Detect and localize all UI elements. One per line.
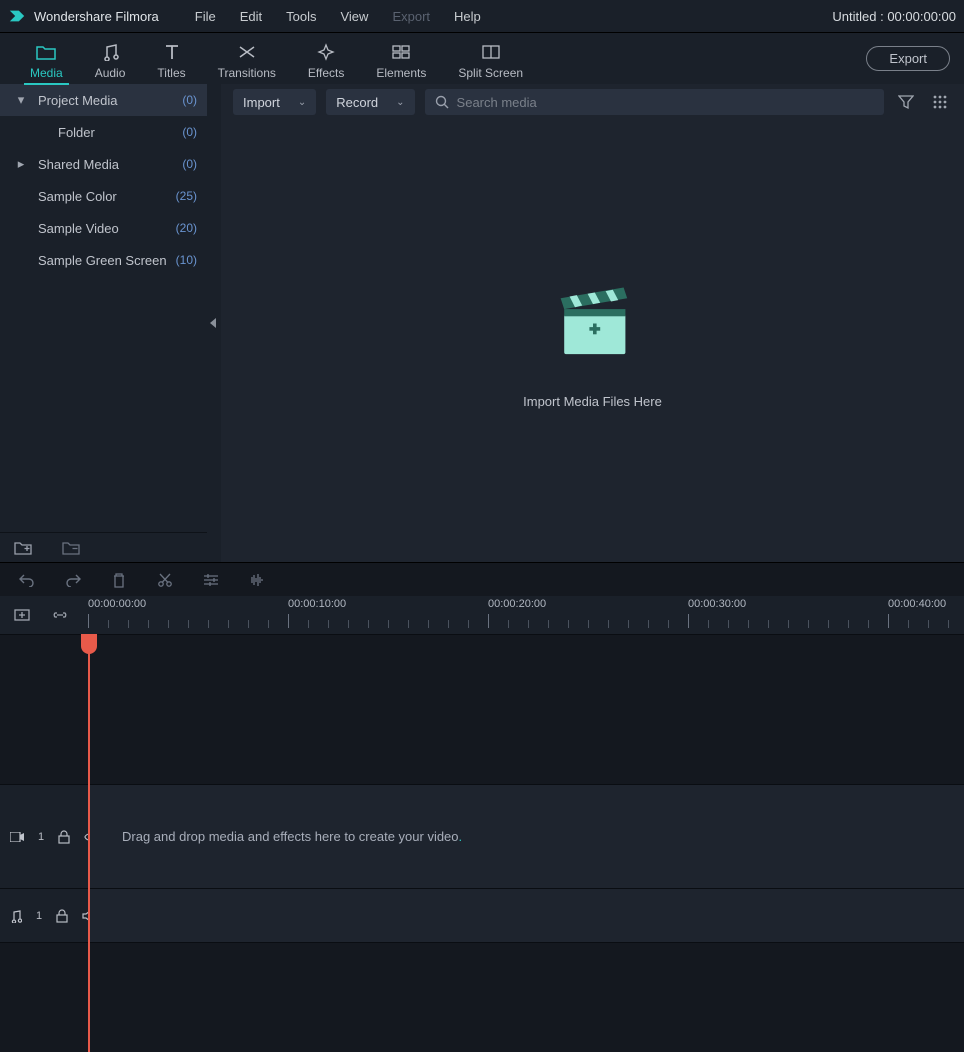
tab-media[interactable]: Media <box>14 33 79 85</box>
audio-track-drop-zone[interactable] <box>88 889 964 942</box>
audio-track-index: 1 <box>36 910 42 922</box>
playhead-knob-icon <box>81 634 97 654</box>
main-tab-bar: Media Audio Titles Transitions Effects E… <box>0 32 964 84</box>
sidebar-item-shared-media[interactable]: ▸ Shared Media (0) <box>0 148 207 180</box>
audio-track[interactable]: 1 <box>0 888 964 942</box>
tab-elements[interactable]: Elements <box>360 33 442 85</box>
tab-transitions[interactable]: Transitions <box>202 33 292 85</box>
timeline-tracks: 1 Drag and drop media and effects here t… <box>0 634 964 1052</box>
sidebar-item-sample-green-screen[interactable]: Sample Green Screen (10) <box>0 244 207 276</box>
music-icon <box>101 42 119 62</box>
link-icon[interactable] <box>52 608 68 622</box>
media-sidebar: ▾ Project Media (0) Folder (0) ▸ Shared … <box>0 84 207 562</box>
media-panel: Import ⌄ Record ⌄ <box>221 84 964 562</box>
delete-folder-icon[interactable] <box>62 541 80 555</box>
video-track-index: 1 <box>38 831 44 843</box>
elements-icon <box>391 42 411 62</box>
app-name: Wondershare Filmora <box>34 9 159 24</box>
delete-icon[interactable] <box>110 572 128 588</box>
chevron-down-icon: ⌄ <box>298 97 306 108</box>
ruler-left-controls <box>0 596 88 634</box>
time-ruler[interactable]: 00:00:00:00 00:00:10:00 00:00:20:00 00:00:3… <box>88 596 964 634</box>
app-logo-icon <box>8 7 26 25</box>
sidebar-item-project-media[interactable]: ▾ Project Media (0) <box>0 84 207 116</box>
search-media-field[interactable] <box>425 89 884 115</box>
menu-file[interactable]: File <box>183 9 228 24</box>
lock-icon[interactable] <box>56 909 68 923</box>
track-spacer-bottom <box>0 942 964 1052</box>
video-track[interactable]: 1 Drag and drop media and effects here t… <box>0 784 964 888</box>
menu-tools[interactable]: Tools <box>274 9 328 24</box>
adjust-icon[interactable] <box>202 573 220 587</box>
transition-icon <box>237 42 257 62</box>
menu-bar: File Edit Tools View Export Help <box>183 9 493 24</box>
undo-icon[interactable] <box>18 573 36 587</box>
video-track-icon <box>10 832 24 842</box>
media-toolbar: Import ⌄ Record ⌄ <box>221 84 964 120</box>
video-track-header: 1 <box>0 785 88 888</box>
clapperboard-icon <box>548 274 638 364</box>
chevron-down-icon: ▾ <box>14 92 28 108</box>
menu-help[interactable]: Help <box>442 9 493 24</box>
search-icon <box>435 95 449 109</box>
playhead[interactable] <box>88 634 90 1052</box>
track-spacer <box>0 634 964 784</box>
search-input[interactable] <box>457 95 874 110</box>
media-drop-zone[interactable]: Import Media Files Here <box>221 120 964 562</box>
sidebar-item-folder[interactable]: Folder (0) <box>0 116 207 148</box>
sparkle-icon <box>317 42 335 62</box>
tab-audio[interactable]: Audio <box>79 33 142 85</box>
sidebar-item-sample-video[interactable]: Sample Video (20) <box>0 212 207 244</box>
text-icon <box>164 42 180 62</box>
sidebar-footer <box>0 532 207 562</box>
import-hint-text: Import Media Files Here <box>523 394 662 409</box>
folder-icon <box>36 42 56 62</box>
audio-track-icon <box>10 909 22 923</box>
timeline-toolbar <box>0 562 964 596</box>
audio-track-header: 1 <box>0 889 88 942</box>
redo-icon[interactable] <box>64 573 82 587</box>
sidebar-item-sample-color[interactable]: Sample Color (25) <box>0 180 207 212</box>
video-track-drop-zone[interactable]: Drag and drop media and effects here to … <box>88 785 964 888</box>
lock-icon[interactable] <box>58 830 70 844</box>
timeline-ruler[interactable]: 00:00:00:00 00:00:10:00 00:00:20:00 00:00:3… <box>0 596 964 634</box>
chevron-right-icon: ▸ <box>14 156 28 172</box>
drop-hint-text: Drag and drop media and effects here to … <box>122 829 459 844</box>
timeline: 00:00:00:00 00:00:10:00 00:00:20:00 00:00:3… <box>0 562 964 1052</box>
record-dropdown[interactable]: Record ⌄ <box>326 89 414 115</box>
filter-icon[interactable] <box>894 94 918 110</box>
ruler-time-label: 00:00:10:00 <box>288 598 346 610</box>
import-dropdown[interactable]: Import ⌄ <box>233 89 316 115</box>
project-title-time: Untitled : 00:00:00:00 <box>832 9 956 24</box>
menu-view[interactable]: View <box>328 9 380 24</box>
tab-split-screen[interactable]: Split Screen <box>442 33 539 85</box>
menu-export: Export <box>380 9 442 24</box>
chevron-down-icon: ⌄ <box>396 97 404 108</box>
sidebar-list: ▾ Project Media (0) Folder (0) ▸ Shared … <box>0 84 207 532</box>
tab-effects[interactable]: Effects <box>292 33 360 85</box>
ruler-time-label: 00:00:20:00 <box>488 598 546 610</box>
add-track-icon[interactable] <box>14 608 30 622</box>
menu-edit[interactable]: Edit <box>228 9 274 24</box>
new-folder-icon[interactable] <box>14 541 32 555</box>
audio-wave-icon[interactable] <box>248 573 266 587</box>
content-area: ▾ Project Media (0) Folder (0) ▸ Shared … <box>0 84 964 562</box>
ruler-time-label: 00:00:30:00 <box>688 598 746 610</box>
collapse-sidebar-button[interactable] <box>207 84 221 562</box>
tab-titles[interactable]: Titles <box>141 33 201 85</box>
cut-icon[interactable] <box>156 572 174 588</box>
title-bar: Wondershare Filmora File Edit Tools View… <box>0 0 964 32</box>
export-button[interactable]: Export <box>866 46 950 71</box>
grid-view-icon[interactable] <box>928 94 952 110</box>
split-icon <box>481 42 501 62</box>
ruler-time-label: 00:00:40:00 <box>888 598 946 610</box>
ruler-time-label: 00:00:00:00 <box>88 598 146 610</box>
